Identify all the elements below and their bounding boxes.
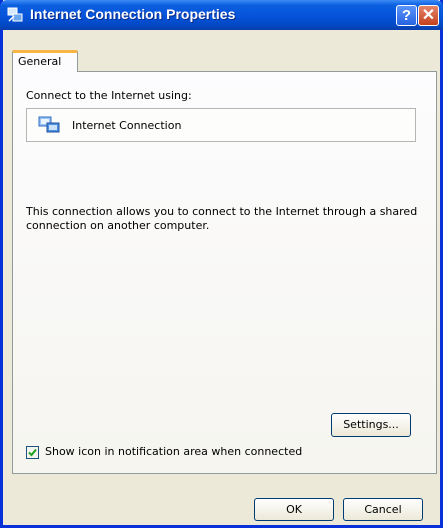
check-mark-icon [28,448,37,457]
settings-button[interactable]: Settings... [331,413,411,437]
network-connection-icon [7,7,23,22]
cancel-button[interactable]: Cancel [343,498,423,521]
title-bar[interactable]: Internet Connection Properties ? ✕ [0,0,443,30]
properties-dialog: Internet Connection Properties ? ✕ Gener… [0,0,443,528]
help-button[interactable]: ? [396,5,417,26]
show-icon-label[interactable]: Show icon in notification area when conn… [45,445,302,458]
network-connection-icon [38,116,60,133]
connection-description: This connection allows you to connect to… [26,205,418,232]
show-icon-checkbox[interactable] [26,446,39,459]
close-button[interactable]: ✕ [418,5,439,26]
tab-general[interactable]: General [12,50,78,72]
window-title: Internet Connection Properties [30,6,236,22]
connect-using-label: Connect to the Internet using: [26,89,192,102]
ok-button[interactable]: OK [254,498,334,521]
connection-name: Internet Connection [72,119,182,132]
